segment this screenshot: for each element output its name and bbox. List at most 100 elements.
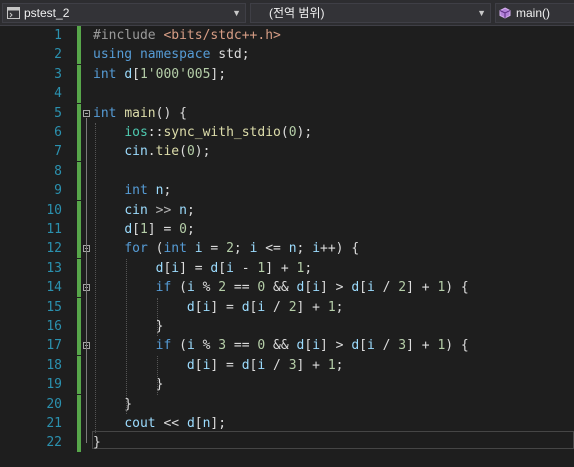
change-marker	[77, 433, 81, 453]
code-token: ] +	[296, 357, 328, 373]
code-token: d	[241, 299, 250, 315]
change-marker	[77, 239, 81, 259]
code-token: using	[93, 47, 133, 63]
navigation-bar: pstest_2 ▼ (전역 범위) ▼ main()	[0, 0, 574, 26]
project-dropdown[interactable]: pstest_2 ▼	[2, 3, 246, 23]
line-number: 4	[54, 86, 62, 102]
code-token: 0	[288, 125, 297, 140]
change-marker	[77, 123, 81, 142]
change-marker	[77, 375, 81, 395]
code-token: ] +	[406, 338, 438, 354]
code-line[interactable]: 1 #include <bits/stdc++.h>	[0, 26, 574, 45]
code-token: cin	[124, 144, 148, 160]
code-token: <=	[257, 241, 289, 257]
code-line[interactable]: 2 using namespace std;	[0, 45, 574, 65]
line-number: 14	[46, 280, 62, 296]
code-token: (	[171, 338, 187, 354]
code-line[interactable]: 3 int d[1'000'005];	[0, 64, 574, 84]
code-token: 3	[398, 338, 407, 354]
code-token: ;	[304, 260, 313, 276]
change-marker	[77, 64, 81, 84]
code-token: [	[194, 299, 203, 315]
code-token: ] +	[265, 260, 297, 276]
member-dropdown[interactable]: main()	[495, 3, 574, 23]
code-token: d	[124, 222, 133, 237]
code-text: }	[93, 433, 101, 452]
code-token: i	[312, 241, 321, 257]
code-token: int	[93, 66, 117, 82]
project-label: pstest_2	[24, 6, 70, 20]
code-token: <<	[155, 416, 187, 431]
line-number: 16	[46, 319, 62, 334]
change-marker	[77, 103, 81, 123]
line-number: 7	[54, 144, 62, 160]
line-number: 20	[46, 396, 62, 412]
code-text: if (i % 3 == 0 && d[i] > d[i / 3] + 1) {	[93, 336, 469, 355]
change-marker	[77, 336, 81, 356]
line-number: 10	[46, 202, 62, 218]
code-text: }	[93, 317, 164, 336]
change-marker	[77, 220, 81, 239]
change-marker	[77, 355, 81, 375]
code-text: int main() {	[93, 104, 187, 123]
line-number: 3	[54, 66, 62, 82]
line-number: 1	[54, 28, 62, 43]
change-marker	[77, 161, 81, 181]
scope-dropdown[interactable]: (전역 범위) ▼	[250, 3, 491, 23]
code-token: cin	[124, 202, 148, 218]
code-token: int	[93, 105, 117, 121]
code-token: i	[366, 338, 375, 354]
code-token: 1	[327, 299, 336, 315]
line-number: 12	[46, 241, 62, 257]
code-token: %	[194, 338, 219, 354]
code-text: for (int i = 2; i <= n; i++) {	[93, 239, 359, 258]
code-token: ;	[296, 241, 313, 257]
code-token: ios	[124, 125, 148, 140]
code-token: );	[296, 125, 313, 140]
code-token: ::	[147, 125, 164, 140]
line-number: 5	[54, 105, 62, 121]
code-token: 3	[288, 357, 297, 373]
code-token: ;	[186, 222, 195, 237]
code-token: }	[93, 319, 164, 334]
code-token: 2	[226, 241, 234, 257]
code-token: /	[374, 280, 399, 296]
line-number: 8	[54, 163, 62, 179]
code-token: ];	[210, 416, 227, 431]
code-line[interactable]: 4	[0, 84, 574, 104]
code-token: &&	[265, 338, 297, 354]
code-editor[interactable]: 1 #include <bits/stdc++.h> 2 using namespac…	[0, 26, 574, 467]
code-token: &&	[265, 280, 297, 296]
code-token: -	[233, 260, 258, 276]
code-text: }	[93, 375, 164, 394]
code-token: ] =	[210, 299, 242, 315]
code-token: ] >	[320, 280, 352, 296]
scope-label: (전역 범위)	[269, 6, 325, 20]
code-token: ] =	[179, 260, 211, 276]
code-token: 1'000'005	[139, 66, 211, 82]
project-icon	[7, 7, 20, 19]
code-token: ;	[233, 241, 250, 257]
collapse-icon[interactable]	[83, 109, 90, 117]
chevron-down-icon: ▼	[477, 8, 486, 18]
change-marker	[77, 142, 81, 162]
line-number: 2	[54, 47, 62, 63]
line-number: 11	[46, 222, 62, 237]
code-text: cout << d[n];	[93, 414, 226, 433]
code-token: i	[312, 338, 321, 354]
line-number: 21	[46, 416, 62, 431]
code-token: namespace	[139, 47, 211, 63]
code-token: for	[124, 241, 148, 257]
code-token: }	[93, 435, 101, 451]
change-marker	[77, 26, 81, 45]
fold-range-line	[86, 117, 87, 444]
code-token: 2	[288, 299, 297, 315]
code-token: n	[179, 202, 187, 218]
code-token: i	[171, 260, 180, 276]
